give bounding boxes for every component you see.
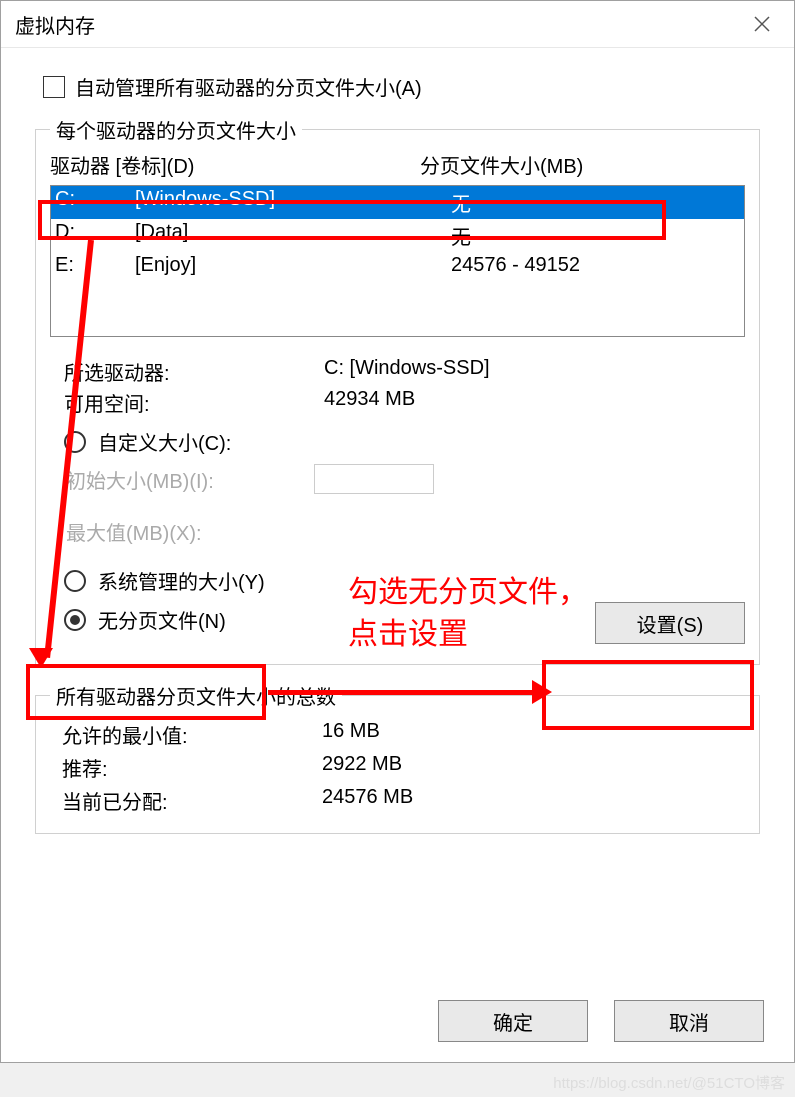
drive-size: 无 [451, 221, 740, 250]
cur-label: 当前已分配: [62, 786, 322, 815]
ok-button[interactable]: 确定 [438, 1000, 588, 1042]
drive-letter: E: [55, 254, 135, 277]
drive-table-header: 驱动器 [卷标](D) 分页文件大小(MB) [50, 150, 745, 181]
drive-letter: C: [55, 188, 135, 217]
cancel-button[interactable]: 取消 [614, 1000, 764, 1042]
selected-drive-info: 所选驱动器: C: [Windows-SSD] 可用空间: 42934 MB [64, 357, 745, 417]
titlebar: 虚拟内存 [1, 1, 794, 48]
header-size: 分页文件大小(MB) [420, 150, 583, 179]
max-size-label: 最大值(MB)(X): [66, 517, 276, 546]
space-label: 可用空间: [64, 388, 324, 417]
totals-legend: 所有驱动器分页文件大小的总数 [50, 681, 342, 710]
drive-table[interactable]: C: [Windows-SSD] 无 D: [Data] 无 E: [Enjoy… [50, 185, 745, 337]
drive-volume: [Enjoy] [135, 254, 451, 277]
drive-letter: D: [55, 221, 135, 250]
totals-group: 所有驱动器分页文件大小的总数 允许的最小值: 16 MB 推荐: 2922 MB… [35, 681, 760, 834]
min-label: 允许的最小值: [62, 720, 322, 749]
per-drive-group: 每个驱动器的分页文件大小 驱动器 [卷标](D) 分页文件大小(MB) C: [… [35, 115, 760, 665]
drive-row-d[interactable]: D: [Data] 无 [51, 219, 744, 252]
selected-value: C: [Windows-SSD] [324, 357, 490, 386]
initial-size-label: 初始大小(MB)(I): [66, 465, 276, 494]
set-button[interactable]: 设置(S) [595, 602, 745, 644]
drive-table-body: C: [Windows-SSD] 无 D: [Data] 无 E: [Enjoy… [51, 186, 744, 336]
space-value: 42934 MB [324, 388, 415, 417]
dialog-content: 自动管理所有驱动器的分页文件大小(A) 每个驱动器的分页文件大小 驱动器 [卷标… [1, 48, 794, 860]
no-paging-file-radio[interactable] [64, 609, 86, 631]
selected-label: 所选驱动器: [64, 357, 324, 386]
close-button[interactable] [742, 9, 782, 39]
auto-manage-checkbox[interactable] [43, 76, 65, 98]
custom-size-label: 自定义大小(C): [98, 427, 231, 456]
no-paging-file-label: 无分页文件(N) [98, 605, 226, 634]
min-value: 16 MB [322, 720, 380, 749]
cur-value: 24576 MB [322, 786, 413, 815]
custom-size-row[interactable]: 自定义大小(C): [64, 427, 745, 456]
system-managed-label: 系统管理的大小(Y) [98, 566, 265, 595]
dialog-title: 虚拟内存 [15, 10, 95, 39]
drive-size: 24576 - 49152 [451, 254, 740, 277]
auto-manage-row[interactable]: 自动管理所有驱动器的分页文件大小(A) [43, 72, 760, 101]
drive-row-e[interactable]: E: [Enjoy] 24576 - 49152 [51, 252, 744, 279]
drive-row-c[interactable]: C: [Windows-SSD] 无 [51, 186, 744, 219]
system-managed-row[interactable]: 系统管理的大小(Y) [64, 566, 745, 595]
header-drive: 驱动器 [卷标](D) [50, 150, 420, 179]
custom-size-radio[interactable] [64, 431, 86, 453]
per-drive-legend: 每个驱动器的分页文件大小 [50, 115, 302, 144]
max-size-row: 最大值(MB)(X): [66, 516, 745, 546]
rec-label: 推荐: [62, 753, 322, 782]
auto-manage-label: 自动管理所有驱动器的分页文件大小(A) [75, 72, 422, 101]
drive-volume: [Windows-SSD] [135, 188, 451, 217]
dialog-footer: 确定 取消 [438, 1000, 764, 1042]
watermark: https://blog.csdn.net/@51CTO博客 [553, 1072, 785, 1093]
rec-value: 2922 MB [322, 753, 402, 782]
virtual-memory-dialog: 虚拟内存 自动管理所有驱动器的分页文件大小(A) 每个驱动器的分页文件大小 驱动… [0, 0, 795, 1063]
drive-size: 无 [451, 188, 740, 217]
initial-size-input[interactable] [314, 464, 434, 494]
close-icon [754, 16, 770, 32]
initial-size-row: 初始大小(MB)(I): [66, 464, 745, 494]
drive-volume: [Data] [135, 221, 451, 250]
system-managed-radio[interactable] [64, 570, 86, 592]
